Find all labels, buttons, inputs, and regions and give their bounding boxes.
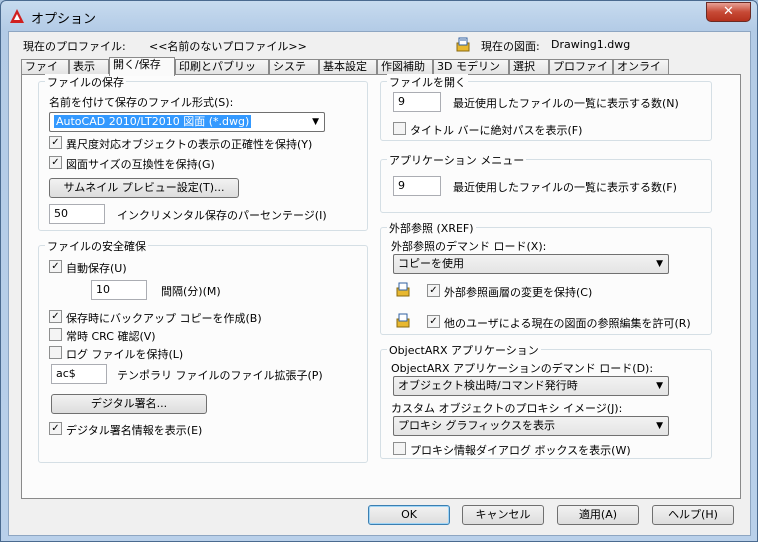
retain-xref-layer-checkbox[interactable]: ✓	[427, 284, 440, 297]
temp-extension-input[interactable]: ac$	[51, 364, 107, 384]
autosave-label: 自動保存(U)	[66, 262, 127, 275]
window-title: オプション	[31, 12, 97, 27]
tab-3d-modeling[interactable]: 3D モデリング	[433, 59, 509, 87]
full-path-label: タイトル バーに絶対パスを表示(F)	[410, 124, 583, 137]
log-file-checkbox[interactable]	[49, 346, 62, 359]
tab-plot-publish[interactable]: 印刷とパブリッシュ	[175, 59, 269, 87]
file-open-group: ファイルを開く 9 最近使用したファイルの一覧に表示する数(N) タイトル バー…	[380, 74, 712, 141]
allow-ref-edit-label: 他のユーザによる現在の図面の参照編集を許可(R)	[444, 317, 691, 330]
cancel-button[interactable]: キャンセル	[462, 505, 544, 525]
file-save-group: ファイルの保存 名前を付けて保存のファイル形式(S): AutoCAD 2010…	[38, 74, 368, 231]
tab-panel-open-save: ファイルの保存 名前を付けて保存のファイル形式(S): AutoCAD 2010…	[21, 74, 741, 499]
autosave-interval-input[interactable]: 10	[91, 280, 147, 300]
tab-display[interactable]: 表示	[69, 59, 109, 75]
xref-demand-label: 外部参照のデマンド ロード(X):	[391, 240, 547, 253]
incremental-save-label: インクリメンタル保存のパーセンテージ(I)	[117, 209, 327, 222]
allow-ref-edit-checkbox[interactable]: ✓	[427, 315, 440, 328]
save-format-label: 名前を付けて保存のファイル形式(S):	[49, 96, 234, 109]
current-drawing-value: Drawing1.dwg	[551, 38, 631, 51]
arx-demand-value: オブジェクト検出時/コマンド発行時	[398, 379, 578, 392]
tab-selection[interactable]: 選択	[509, 59, 549, 75]
apply-button[interactable]: 適用(A)	[557, 505, 639, 525]
backup-checkbox[interactable]: ✓	[49, 310, 62, 323]
save-format-select[interactable]: AutoCAD 2010/LT2010 図面 (*.dwg) ▼	[49, 112, 325, 132]
crc-label: 常時 CRC 確認(V)	[66, 330, 156, 343]
app-menu-recent-label: 最近使用したファイルの一覧に表示する数(F)	[453, 181, 677, 194]
app-menu-recent-input[interactable]: 9	[393, 176, 441, 196]
ok-button[interactable]: OK	[368, 505, 450, 525]
file-save-title: ファイルの保存	[45, 74, 126, 90]
objectarx-title: ObjectARX アプリケーション	[387, 342, 541, 358]
app-menu-title: アプリケーション メニュー	[387, 152, 527, 168]
options-dialog: オプション ✕ 現在のプロファイル: <<名前のないプロファイル>> 現在の図面…	[0, 0, 758, 542]
recent-files-label: 最近使用したファイルの一覧に表示する数(N)	[453, 97, 679, 110]
save-format-value: AutoCAD 2010/LT2010 図面 (*.dwg)	[54, 115, 252, 128]
autosave-checkbox[interactable]: ✓	[49, 260, 62, 273]
thumbnail-settings-button[interactable]: サムネイル プレビュー設定(T)...	[49, 178, 239, 198]
close-button[interactable]: ✕	[706, 2, 751, 22]
drawing-icon	[396, 282, 410, 297]
recent-files-input[interactable]: 9	[393, 92, 441, 112]
file-safety-group: ファイルの安全確保 ✓ 自動保存(U) 10 間隔(分)(M) ✓ 保存時にバッ…	[38, 238, 368, 463]
tab-drafting[interactable]: 作図補助	[377, 59, 433, 75]
current-profile-value: <<名前のないプロファイル>>	[149, 40, 307, 53]
app-menu-group: アプリケーション メニュー 9 最近使用したファイルの一覧に表示する数(F)	[380, 152, 712, 213]
tab-open-save[interactable]: 開く/保存	[109, 57, 175, 76]
chevron-down-icon: ▼	[656, 381, 663, 391]
xref-demand-value: コピーを使用	[398, 257, 464, 270]
title-bar[interactable]: オプション ✕	[1, 1, 757, 31]
backup-label: 保存時にバックアップ コピーを作成(B)	[66, 312, 262, 325]
help-button[interactable]: ヘルプ(H)	[652, 505, 734, 525]
crc-checkbox[interactable]	[49, 328, 62, 341]
arx-demand-select[interactable]: オブジェクト検出時/コマンド発行時 ▼	[393, 376, 669, 396]
file-safety-title: ファイルの安全確保	[45, 238, 148, 254]
proxy-image-label: カスタム オブジェクトのプロキシ イメージ(J):	[391, 402, 623, 415]
proxy-image-value: プロキシ グラフィックスを表示	[398, 419, 555, 432]
tab-system[interactable]: システム	[269, 59, 319, 87]
drawing-icon	[456, 37, 470, 52]
xref-demand-select[interactable]: コピーを使用 ▼	[393, 254, 669, 274]
tab-user-preferences[interactable]: 基本設定	[319, 59, 377, 75]
annotative-label: 異尺度対応オブジェクトの表示の正確性を保持(Y)	[66, 138, 313, 151]
drawing-size-checkbox[interactable]: ✓	[49, 156, 62, 169]
tab-online[interactable]: オンライン	[613, 59, 669, 87]
current-profile-label: 現在のプロファイル:	[23, 40, 126, 53]
proxy-dialog-label: プロキシ情報ダイアログ ボックスを表示(W)	[410, 444, 631, 457]
retain-xref-layer-label: 外部参照画層の変更を保持(C)	[444, 286, 593, 299]
annotative-checkbox[interactable]: ✓	[49, 136, 62, 149]
autocad-logo-icon	[10, 9, 24, 23]
incremental-save-input[interactable]: 50	[49, 204, 105, 224]
autosave-interval-label: 間隔(分)(M)	[161, 285, 221, 298]
chevron-down-icon: ▼	[656, 259, 663, 269]
current-drawing-label: 現在の図面:	[481, 40, 540, 53]
file-open-title: ファイルを開く	[387, 74, 468, 90]
digital-signature-button[interactable]: デジタル署名...	[51, 394, 207, 414]
arx-demand-label: ObjectARX アプリケーションのデマンド ロード(D):	[391, 362, 654, 375]
dialog-body: 現在のプロファイル: <<名前のないプロファイル>> 現在の図面: Drawin…	[8, 31, 751, 536]
log-file-label: ログ ファイルを保持(L)	[66, 348, 184, 361]
temp-extension-label: テンポラリ ファイルのファイル拡張子(P)	[117, 369, 323, 382]
proxy-dialog-checkbox[interactable]	[393, 442, 406, 455]
chevron-down-icon: ▼	[312, 117, 319, 127]
tab-files[interactable]: ファイル	[21, 59, 69, 87]
full-path-checkbox[interactable]	[393, 122, 406, 135]
proxy-image-select[interactable]: プロキシ グラフィックスを表示 ▼	[393, 416, 669, 436]
objectarx-group: ObjectARX アプリケーション ObjectARX アプリケーションのデマ…	[380, 342, 712, 459]
xref-title: 外部参照 (XREF)	[387, 220, 476, 236]
digital-sign-info-checkbox[interactable]: ✓	[49, 422, 62, 435]
tab-profiles[interactable]: プロファイル	[549, 59, 613, 87]
drawing-size-label: 図面サイズの互換性を保持(G)	[66, 158, 215, 171]
chevron-down-icon: ▼	[656, 421, 663, 431]
digital-sign-info-label: デジタル署名情報を表示(E)	[66, 424, 203, 437]
drawing-icon	[396, 313, 410, 328]
xref-group: 外部参照 (XREF) 外部参照のデマンド ロード(X): コピーを使用 ▼ ✓…	[380, 220, 712, 335]
